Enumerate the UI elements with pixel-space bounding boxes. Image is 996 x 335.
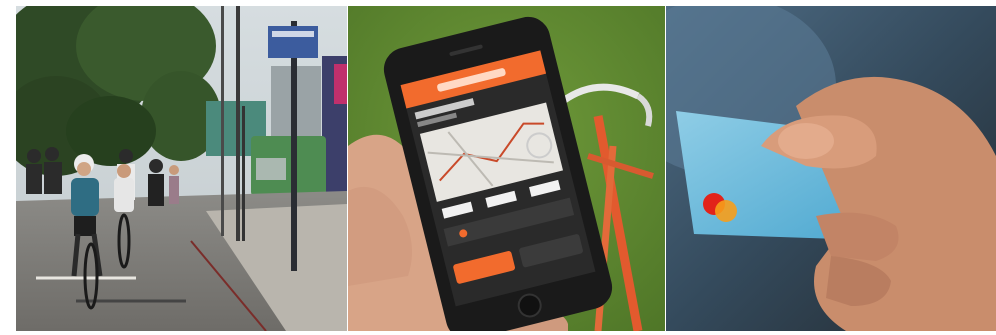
photo-phone-app	[348, 6, 665, 331]
photo-payment-card	[666, 6, 996, 331]
photo-cyclists	[16, 6, 347, 331]
image-strip	[16, 6, 996, 331]
